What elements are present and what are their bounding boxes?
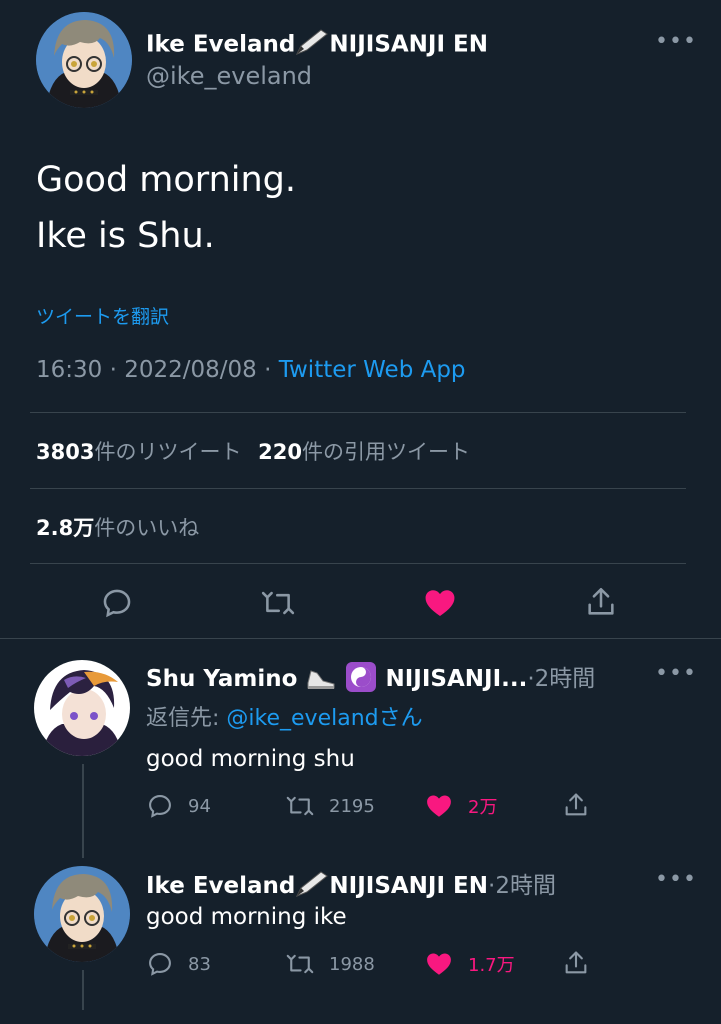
reply2-text: good morning ike [146,904,347,930]
divider [30,563,686,564]
quote-count: 220 [258,440,302,464]
reply2-header: Ike Eveland NIJISANJI EN·2時間 [146,866,556,904]
main-handle[interactable]: @ike_eveland [146,62,312,90]
tweet-text-line-2: Ike is Shu. [36,216,215,256]
share-icon [565,951,587,974]
reply1-retweet-button[interactable]: 2195 [285,792,375,820]
pen-emoji [295,870,329,904]
retweet-count: 2195 [329,795,375,817]
reply2-share-button[interactable] [562,948,590,978]
avatar-ike-main[interactable] [36,12,132,108]
reply-icon [149,953,171,976]
quote-label: 件の引用ツイート [301,440,470,464]
reply1-display-name[interactable]: Shu Yamino [146,666,297,692]
reply-to-prefix: 返信先: [146,706,220,731]
quote-stat[interactable]: 220件の引用ツイート [258,440,470,464]
reply1-time-text: 2時間 [534,666,596,692]
reply2-display-name[interactable]: Ike Eveland [146,873,295,899]
share-button[interactable] [584,584,618,620]
reply-button[interactable] [100,586,134,620]
likes-stat[interactable]: 2.8万件のいいね [36,512,199,542]
divider [30,488,686,489]
retweet-count: 3803 [36,440,95,464]
likes-count: 2.8万 [36,516,95,540]
like-count: 1.7万 [468,955,515,976]
more-icon[interactable]: ••• [655,31,697,53]
tweet-text-line-1: Good morning. [36,160,297,200]
retweet-icon [286,954,314,974]
retweet-count: 1988 [329,953,375,975]
reply1-share-button[interactable] [562,790,590,820]
yin-yang-emoji [345,661,377,699]
reply1-text: good morning shu [146,746,355,772]
reply2-retweet-button[interactable]: 1988 [285,950,375,978]
share-icon [565,793,587,816]
retweet-label: 件のリツイート [94,440,242,464]
more-icon[interactable]: ••• [655,663,697,685]
meta-separator-2: · [264,357,272,383]
stats-retweets-quotes: 3803件のリツイート 220件の引用ツイート [36,436,470,466]
like-icon [427,795,451,817]
retweet-stat[interactable]: 3803件のリツイート [36,440,248,464]
main-display-name[interactable]: Ike Eveland NIJISANJI EN [146,28,488,62]
reply2-reply-button[interactable]: 83 [146,950,211,978]
more-icon[interactable]: ••• [655,869,697,891]
reply-icon [149,795,171,818]
likes-label: 件のいいね [94,516,200,540]
tweet-time: 16:30 [36,357,103,383]
reply2-time: ·2時間 [488,873,556,899]
main-display-name-text: Ike Eveland [146,31,296,58]
thread-line [82,970,84,1010]
share-icon [588,587,614,615]
avatar-shu[interactable] [34,660,130,756]
like-count: 2万 [468,797,498,818]
sneaker-emoji [305,663,337,697]
reply-to-suffix: さん [378,706,423,731]
tweet-source[interactable]: Twitter Web App [279,357,466,383]
avatar-ike-reply[interactable] [34,866,130,962]
reply-count: 94 [188,795,211,817]
tweet-meta: 16:30 · 2022/08/08 · Twitter Web App [36,357,466,383]
translate-link[interactable]: ツイートを翻訳 [36,302,169,329]
reply-count: 83 [188,953,211,975]
reply1-affiliation: NIJISANJI... [385,666,528,692]
meta-separator-1: · [109,357,117,383]
tweet-date: 2022/08/08 [124,357,257,383]
reply-to-handle[interactable]: @ike_eveland [226,706,378,731]
divider [30,412,686,413]
thread-line [82,764,84,858]
retweet-icon [261,591,295,615]
reply1-like-button[interactable]: 2万 [424,792,497,820]
retweet-icon [286,796,314,816]
reply2-time-text: 2時間 [495,873,556,899]
reply2-like-button[interactable]: 1.7万 [424,950,515,978]
reply2-affiliation: NIJISANJI EN [329,873,489,899]
like-button[interactable] [422,586,458,620]
reply-icon [103,589,131,618]
pen-emoji [295,28,329,62]
section-divider [0,638,721,639]
reply1-time: ·2時間 [527,666,596,692]
retweet-button[interactable] [260,586,296,620]
tweet-text: Good morning. Ike is Shu. [36,152,296,264]
reply1-header: Shu Yamino NIJISANJI...·2時間 [146,659,595,699]
reply1-reply-button[interactable]: 94 [146,792,211,820]
main-affiliation: NIJISANJI EN [329,31,489,58]
like-icon [425,590,455,617]
like-icon [427,953,451,975]
reply1-reply-to: 返信先: @ike_evelandさん [146,700,423,732]
